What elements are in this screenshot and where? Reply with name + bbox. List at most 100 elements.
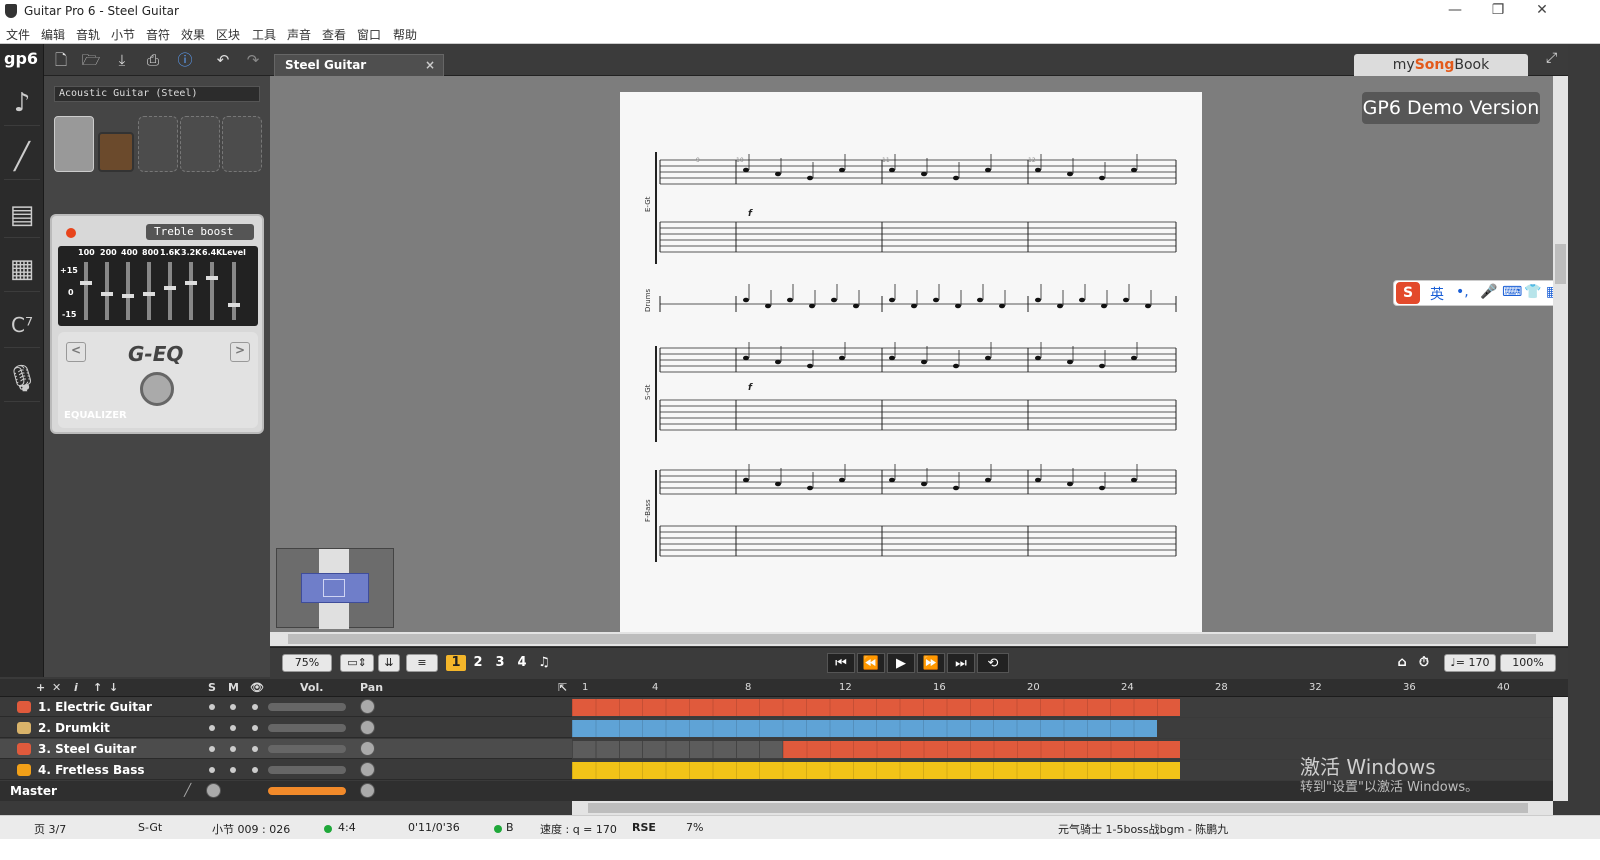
skin-icon[interactable]: 👕 [1524, 284, 1541, 300]
menu-tools[interactable]: 工具 [252, 26, 276, 43]
eq-slider-knob[interactable] [101, 291, 113, 296]
visibility-toggle[interactable] [252, 746, 258, 752]
mute-toggle[interactable] [230, 767, 236, 773]
eq-slider-knob[interactable] [122, 294, 134, 299]
go-to-end-icon[interactable]: ⏭ [947, 653, 975, 673]
power-led-icon[interactable] [66, 228, 76, 238]
scroll-thumb[interactable] [1555, 244, 1566, 284]
empty-slot[interactable] [180, 116, 220, 172]
sogou-icon[interactable]: S [1396, 282, 1420, 304]
menu-note[interactable]: 音符 [146, 26, 170, 43]
zoom-select[interactable]: 75% [282, 654, 332, 672]
note-head[interactable] [1099, 175, 1105, 181]
note-head[interactable] [1099, 485, 1105, 491]
note-head[interactable] [743, 167, 749, 173]
score-view[interactable]: E-Gt Drums S-Gt F-Bass 9 10 11 12 f f GP… [270, 76, 1553, 632]
loop-icon[interactable]: ⟲ [977, 653, 1009, 673]
master-pan-knob[interactable] [206, 783, 221, 798]
move-up-icon[interactable]: ↑ [93, 681, 102, 694]
pan-knob[interactable] [360, 741, 375, 756]
menu-effects[interactable]: 效果 [181, 26, 205, 43]
speed-select[interactable]: 100% [1500, 654, 1556, 672]
track-lane[interactable] [572, 697, 1553, 717]
tracks-vertical-scrollbar[interactable] [1553, 697, 1568, 801]
note-head[interactable] [1067, 171, 1073, 177]
mute-toggle[interactable] [230, 725, 236, 731]
note-head[interactable] [807, 485, 813, 491]
punctuation-icon[interactable]: •, [1456, 284, 1469, 300]
visibility-toggle[interactable] [252, 704, 258, 710]
note-head[interactable] [1131, 355, 1137, 361]
amp-icon[interactable]: ▦ [4, 246, 40, 292]
eq-slider-track[interactable] [126, 262, 130, 320]
eq-slider-knob[interactable] [164, 286, 176, 291]
mute-toggle[interactable] [230, 746, 236, 752]
open-file-icon[interactable]: 🗁 [80, 49, 102, 71]
track-row[interactable]: 4. Fretless Bass [0, 760, 572, 780]
eq-slider-track[interactable] [189, 262, 193, 320]
master-volume-slider[interactable] [268, 787, 346, 795]
save-icon[interactable]: ⤓ [111, 49, 133, 71]
note-head[interactable] [775, 359, 781, 365]
visibility-toggle[interactable] [252, 767, 258, 773]
empty-slot[interactable] [138, 116, 178, 172]
redo-icon[interactable]: ↷ [242, 49, 264, 71]
note-head[interactable] [775, 171, 781, 177]
note-head[interactable] [999, 303, 1005, 309]
menu-help[interactable]: 帮助 [393, 26, 417, 43]
track-row[interactable]: 2. Drumkit [0, 718, 572, 738]
note-head[interactable] [911, 303, 917, 309]
eq-slider-knob[interactable] [143, 291, 155, 296]
voice-4-button[interactable]: 4 [512, 655, 532, 671]
score-horizontal-scrollbar[interactable] [270, 632, 1568, 646]
master-knob[interactable] [360, 783, 375, 798]
note-head[interactable] [953, 175, 959, 181]
note-head[interactable] [1099, 363, 1105, 369]
keyboard-icon[interactable]: ⌨ [1502, 284, 1522, 300]
undo-icon[interactable]: ↶ [212, 49, 234, 71]
pedal-slot-eq[interactable] [54, 116, 94, 172]
note-head[interactable] [985, 477, 991, 483]
countdown-icon[interactable]: ⏱ [1416, 655, 1432, 671]
instrument-icon[interactable]: ╱ [4, 134, 40, 180]
note-head[interactable] [985, 167, 991, 173]
solo-toggle[interactable] [209, 704, 215, 710]
track-clip[interactable] [782, 741, 1181, 758]
eq-preset-select[interactable]: Treble boost [146, 224, 254, 240]
pan-knob[interactable] [360, 699, 375, 714]
pan-knob[interactable] [360, 762, 375, 777]
metronome-icon[interactable]: ⌂ [1394, 655, 1410, 671]
note-head[interactable] [921, 171, 927, 177]
note-head[interactable] [1035, 167, 1041, 173]
close-button[interactable]: ✕ [1522, 2, 1562, 20]
note-head[interactable] [1067, 481, 1073, 487]
info-icon[interactable]: ⓘ [174, 49, 196, 71]
fast-forward-icon[interactable]: ⏩ [917, 653, 945, 673]
automation-icon[interactable]: ╱ [184, 783, 191, 797]
note-palette-icon[interactable]: ♪ [4, 80, 40, 126]
note-head[interactable] [1079, 297, 1085, 303]
note-head[interactable] [1035, 297, 1041, 303]
mysongbook-button[interactable]: mySongBook [1354, 54, 1528, 76]
note-head[interactable] [955, 303, 961, 309]
note-head[interactable] [921, 481, 927, 487]
rewind-icon[interactable]: ⏪ [857, 653, 885, 673]
eq-slider-track[interactable] [84, 262, 88, 320]
note-head[interactable] [775, 481, 781, 487]
volume-slider[interactable] [268, 703, 346, 711]
beam-icon[interactable]: ♫ [534, 655, 554, 671]
eq-slider-knob[interactable] [206, 275, 218, 280]
view-mode-icon[interactable]: ≡ [406, 654, 438, 672]
chord-icon[interactable]: C⁷ [4, 302, 40, 348]
prev-preset-button[interactable]: < [66, 342, 86, 362]
note-head[interactable] [853, 303, 859, 309]
page-navigator[interactable] [276, 548, 394, 629]
move-down-icon[interactable]: ↓ [109, 681, 118, 694]
tempo-field[interactable]: ♩= 170 [1444, 654, 1496, 672]
note-head[interactable] [889, 355, 895, 361]
note-head[interactable] [809, 303, 815, 309]
note-head[interactable] [1145, 303, 1151, 309]
note-head[interactable] [1067, 359, 1073, 365]
note-head[interactable] [743, 355, 749, 361]
note-head[interactable] [889, 167, 895, 173]
